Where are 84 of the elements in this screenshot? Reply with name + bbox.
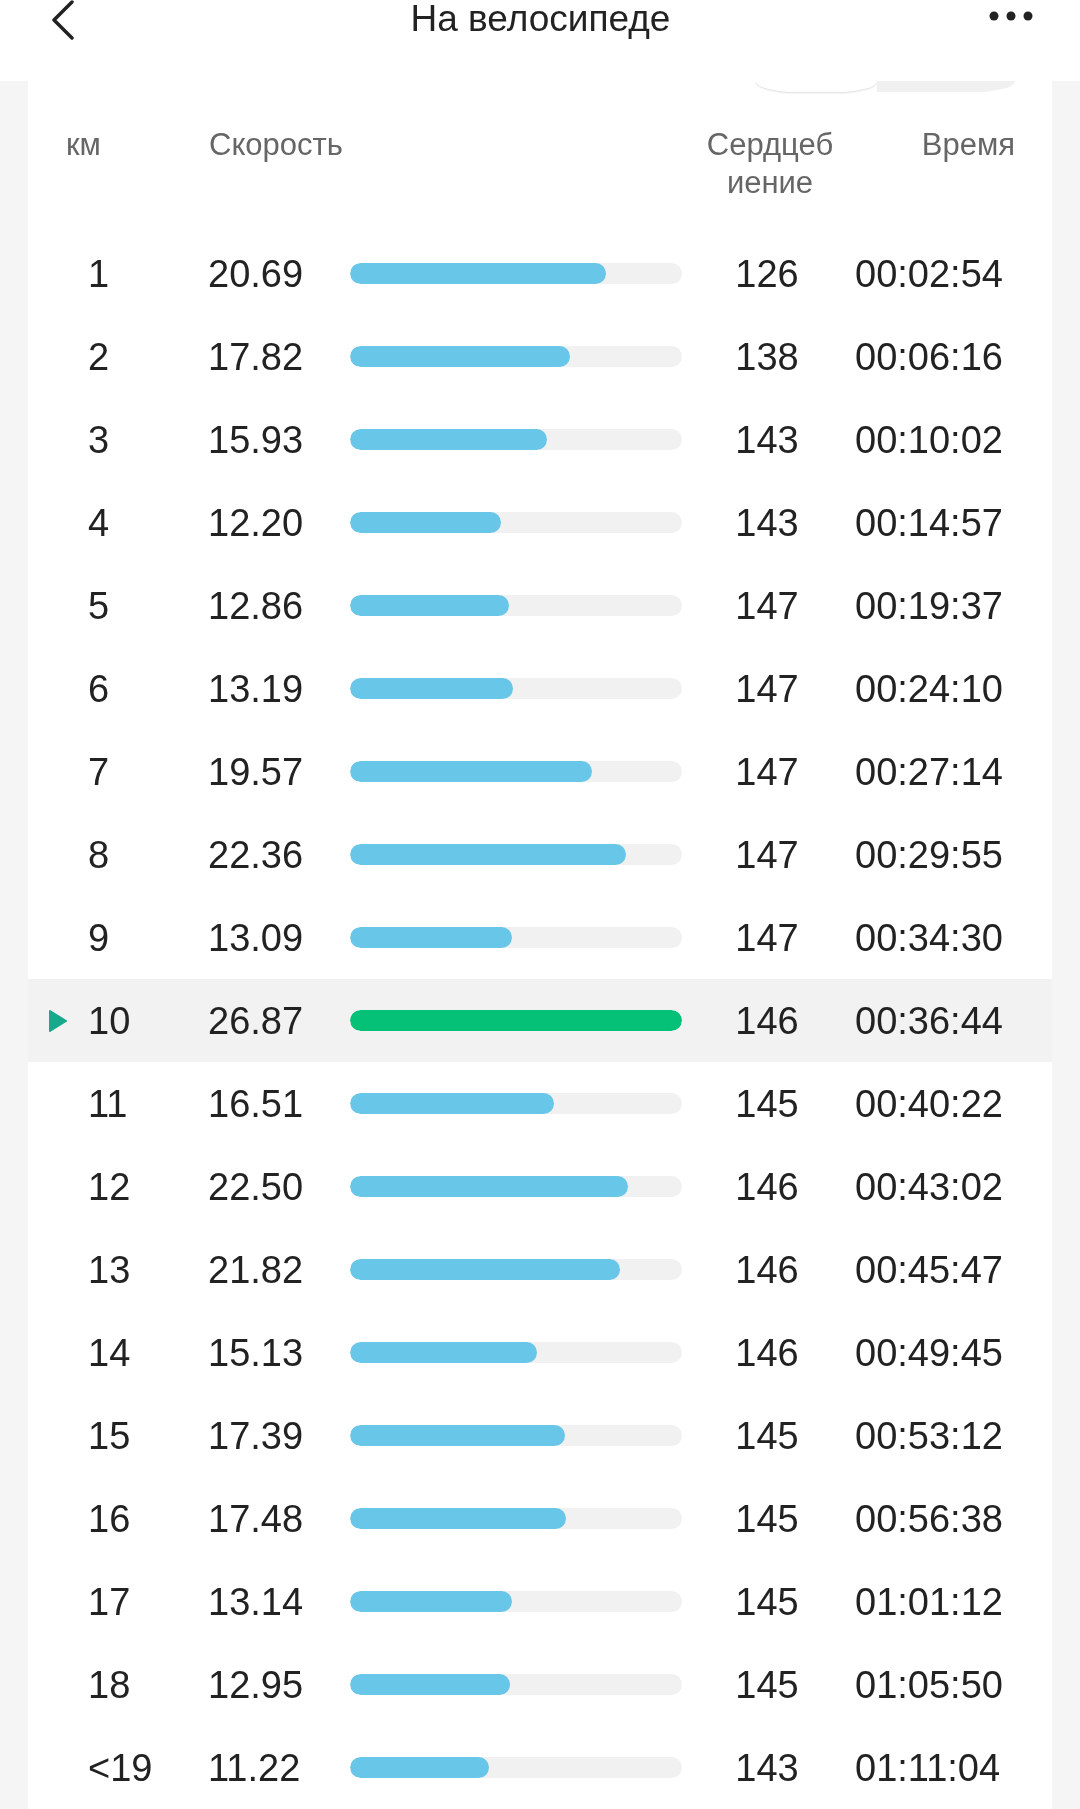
km-value: 9 — [88, 915, 110, 960]
time-value: 00:06:16 — [855, 334, 1003, 379]
km-value: 17 — [88, 1579, 131, 1624]
heart-rate-value: 147 — [735, 666, 799, 711]
time-value: 00:36:44 — [855, 998, 1003, 1043]
time-value: 00:14:57 — [855, 500, 1003, 545]
time-value: 00:45:47 — [855, 1247, 1003, 1292]
heart-rate-value: 147 — [735, 749, 799, 794]
speed-value: 21.82 — [208, 1247, 304, 1292]
km-value: 10 — [88, 998, 131, 1043]
heart-rate-value: 146 — [735, 1164, 799, 1209]
speed-value: 17.39 — [208, 1413, 304, 1458]
km-value: 11 — [88, 1081, 128, 1126]
km-value: 1 — [88, 251, 110, 296]
heart-rate-value: 145 — [735, 1579, 799, 1624]
heart-rate-value: 143 — [735, 417, 799, 462]
heart-rate-value: 147 — [735, 915, 799, 960]
time-value: 00:24:10 — [855, 666, 1003, 711]
heart-rate-value: 145 — [735, 1496, 799, 1541]
km-value: 15 — [88, 1413, 131, 1458]
speed-value: 13.19 — [208, 666, 304, 711]
speed-value: 16.51 — [208, 1081, 304, 1126]
time-value: 00:27:14 — [855, 749, 1003, 794]
time-value: 00:19:37 — [855, 583, 1003, 628]
speed-value: 11.22 — [208, 1745, 301, 1790]
km-value: 2 — [88, 334, 110, 379]
speed-value: 22.50 — [208, 1164, 304, 1209]
column-header: Скорость — [209, 126, 343, 164]
km-value: 4 — [88, 500, 110, 545]
km-value: <19 — [88, 1745, 153, 1790]
speed-value: 17.82 — [208, 334, 304, 379]
speed-value: 15.13 — [208, 1330, 304, 1375]
speed-value: 12.95 — [208, 1662, 304, 1707]
time-value: 01:01:12 — [855, 1579, 1003, 1624]
km-value: 5 — [88, 583, 110, 628]
time-value: 00:53:12 — [855, 1413, 1003, 1458]
km-value: 8 — [88, 832, 110, 877]
time-value: 00:56:38 — [855, 1496, 1003, 1541]
speed-value: 20.69 — [208, 251, 304, 296]
heart-rate-value: 145 — [735, 1081, 799, 1126]
time-value: 00:29:55 — [855, 832, 1003, 877]
heart-rate-value: 143 — [735, 1745, 799, 1790]
heart-rate-value: 147 — [735, 583, 799, 628]
heart-rate-value: 146 — [735, 1247, 799, 1292]
time-value: 00:40:22 — [855, 1081, 1003, 1126]
km-value: 7 — [88, 749, 110, 794]
speed-value: 13.14 — [208, 1579, 304, 1624]
km-value: 14 — [88, 1330, 131, 1375]
heart-rate-value: 147 — [735, 832, 799, 877]
heart-rate-value: 146 — [735, 1330, 799, 1375]
speed-value: 22.36 — [208, 832, 304, 877]
speed-value: 12.20 — [208, 500, 304, 545]
column-header: Время — [921, 126, 1015, 164]
time-value: 01:05:50 — [855, 1662, 1003, 1707]
time-value: 00:34:30 — [855, 915, 1003, 960]
more-icon[interactable] — [989, 11, 1033, 21]
heart-rate-value: 145 — [735, 1662, 799, 1707]
km-value: 3 — [88, 417, 110, 462]
column-header: км — [65, 126, 101, 164]
time-value: 00:43:02 — [855, 1164, 1003, 1209]
toggle-segment[interactable] — [756, 81, 877, 92]
time-value: 00:10:02 — [855, 417, 1003, 462]
km-value: 13 — [88, 1247, 131, 1292]
heart-rate-value: 146 — [735, 998, 799, 1043]
play-marker-icon — [48, 1009, 67, 1032]
time-value: 00:02:54 — [855, 251, 1003, 296]
time-value: 00:49:45 — [855, 1330, 1003, 1375]
screen-title: На велосипеде — [410, 0, 671, 37]
speed-value: 19.57 — [208, 749, 304, 794]
heart-rate-value: 138 — [735, 334, 799, 379]
speed-value: 17.48 — [208, 1496, 304, 1541]
speed-value: 26.87 — [208, 998, 304, 1043]
time-value: 01:11:04 — [855, 1745, 1001, 1790]
km-value: 12 — [88, 1164, 131, 1209]
speed-value: 12.86 — [208, 583, 304, 628]
speed-value: 13.09 — [208, 915, 304, 960]
column-header: Сердцебиение — [705, 126, 835, 202]
km-value: 18 — [88, 1662, 131, 1707]
speed-value: 15.93 — [208, 417, 304, 462]
heart-rate-value: 143 — [735, 500, 799, 545]
km-value: 6 — [88, 666, 110, 711]
heart-rate-value: 145 — [735, 1413, 799, 1458]
heart-rate-value: 126 — [735, 251, 799, 296]
km-value: 16 — [88, 1496, 131, 1541]
